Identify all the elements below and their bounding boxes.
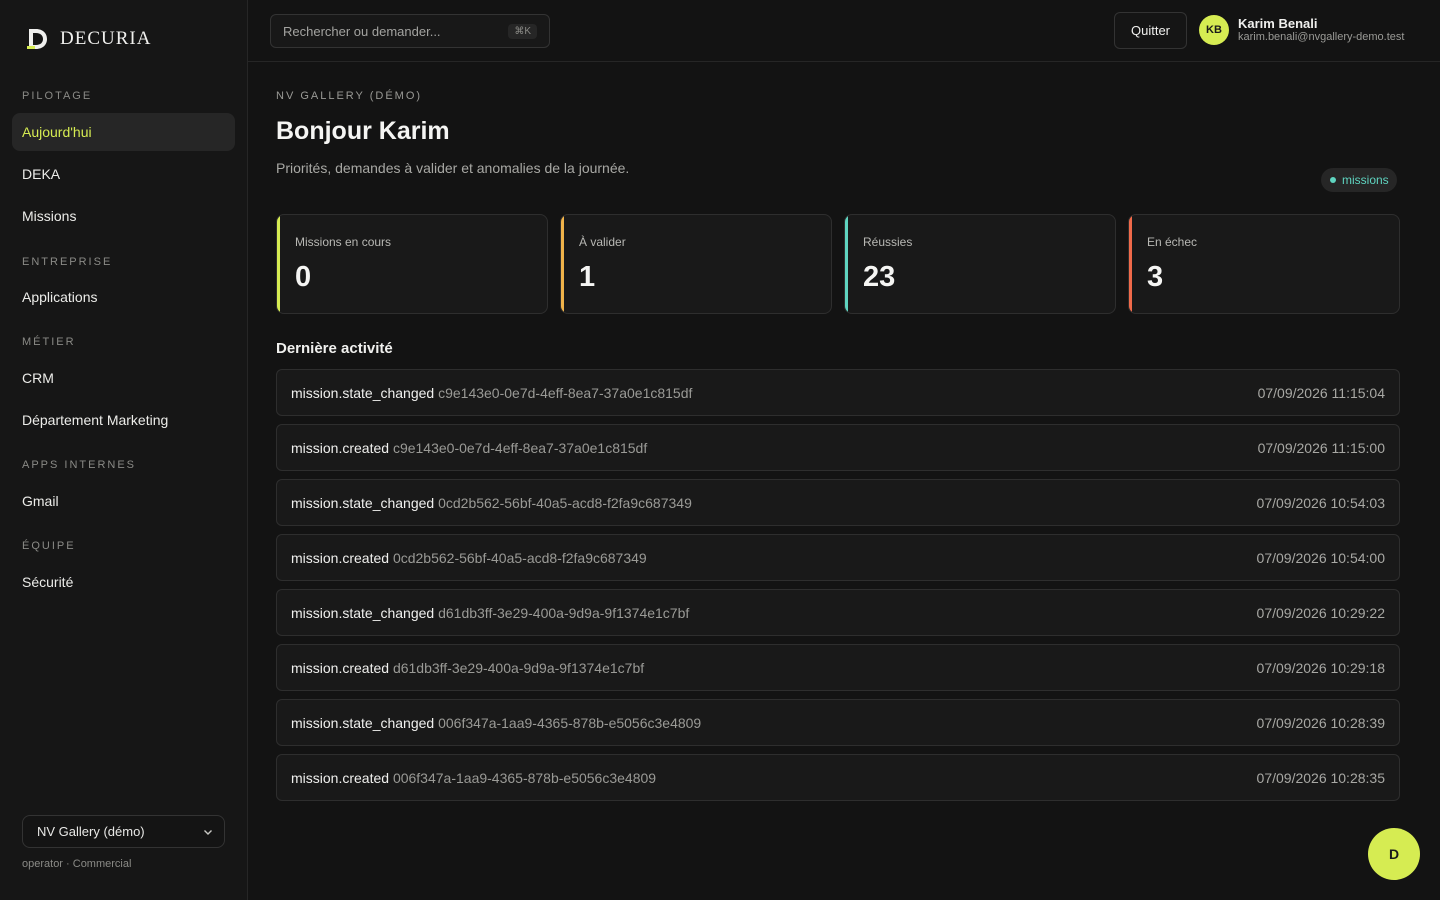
stat-card-a-valider[interactable]: À valider 1 bbox=[560, 214, 832, 314]
activity-row[interactable]: mission.state_changed 0cd2b562-56bf-40a5… bbox=[276, 479, 1400, 526]
brand-name: DECURIA bbox=[60, 28, 152, 49]
activity-event: mission.created bbox=[291, 769, 390, 786]
stat-card-en-echec[interactable]: En échec 3 bbox=[1128, 214, 1400, 314]
avatar: KB bbox=[1199, 15, 1229, 45]
activity-row[interactable]: mission.created d61db3ff-3e29-400a-9d9a-… bbox=[276, 644, 1400, 691]
quit-button[interactable]: Quitter bbox=[1114, 12, 1187, 49]
activity-event: mission.created bbox=[291, 439, 390, 456]
activity-row[interactable]: mission.state_changed 006f347a-1aa9-4365… bbox=[276, 699, 1400, 746]
activity-id: d61db3ff-3e29-400a-9d9a-9f1374e1c7bf bbox=[438, 604, 690, 621]
topbar: ⌘K Quitter KB Karim Benali karim.benali@… bbox=[248, 0, 1440, 62]
org-select-value: NV Gallery (démo) bbox=[37, 824, 145, 839]
decuria-logo-icon bbox=[27, 29, 47, 49]
activity-event: mission.created bbox=[291, 659, 390, 676]
stat-card-reussies[interactable]: Réussies 23 bbox=[844, 214, 1116, 314]
activity-timestamp: 07/09/2026 10:54:00 bbox=[1256, 549, 1385, 566]
user-email: karim.benali@nvgallery-demo.test bbox=[1238, 31, 1405, 43]
activity-timestamp: 07/09/2026 11:15:04 bbox=[1257, 384, 1385, 401]
sidebar-item-deka[interactable]: DEKA bbox=[12, 155, 235, 193]
search-input[interactable] bbox=[283, 23, 493, 39]
stat-accent-bar bbox=[845, 215, 848, 313]
activity-timestamp: 07/09/2026 10:29:22 bbox=[1256, 604, 1385, 621]
chevron-down-icon bbox=[204, 829, 212, 835]
stat-value: 0 bbox=[295, 261, 312, 293]
stat-label: Réussies bbox=[863, 235, 913, 249]
sidebar-item-crm[interactable]: CRM bbox=[12, 359, 235, 397]
activity-row[interactable]: mission.created c9e143e0-0e7d-4eff-8ea7-… bbox=[276, 424, 1400, 471]
nav-section-metier: MÉTIER bbox=[22, 336, 76, 348]
activity-id: 006f347a-1aa9-4365-878b-e5056c3e4809 bbox=[438, 714, 702, 731]
user-name: Karim Benali bbox=[1238, 16, 1318, 31]
main-content: NV GALLERY (DÉMO) Bonjour Karim Priorité… bbox=[248, 62, 1440, 900]
stat-label: En échec bbox=[1147, 235, 1198, 249]
activity-event: mission.created bbox=[291, 549, 390, 566]
activity-event: mission.state_changed bbox=[291, 604, 435, 621]
activity-event: mission.state_changed bbox=[291, 494, 435, 511]
stat-card-missions-en-cours[interactable]: Missions en cours 0 bbox=[276, 214, 548, 314]
stat-label: À valider bbox=[579, 235, 626, 249]
user-menu[interactable]: KB Karim Benali karim.benali@nvgallery-d… bbox=[1199, 15, 1404, 45]
search-box[interactable]: ⌘K bbox=[270, 14, 550, 48]
assistant-fab-button[interactable]: D bbox=[1368, 828, 1420, 880]
status-dot-icon bbox=[1330, 177, 1336, 183]
activity-event: mission.state_changed bbox=[291, 714, 435, 731]
activity-row[interactable]: mission.state_changed d61db3ff-3e29-400a… bbox=[276, 589, 1400, 636]
status-badge-label: missions bbox=[1342, 173, 1389, 187]
activity-timestamp: 07/09/2026 11:15:00 bbox=[1257, 439, 1385, 456]
sidebar-item-departement-marketing[interactable]: Département Marketing bbox=[12, 401, 235, 439]
sidebar-item-missions[interactable]: Missions bbox=[12, 197, 235, 235]
brand[interactable]: DECURIA bbox=[24, 26, 151, 52]
org-select[interactable]: NV Gallery (démo) bbox=[22, 815, 225, 848]
sidebar-item-applications[interactable]: Applications bbox=[12, 278, 235, 316]
sidebar: DECURIA PILOTAGE Aujourd'hui DEKA Missio… bbox=[0, 0, 248, 900]
activity-id: 0cd2b562-56bf-40a5-acd8-f2fa9c687349 bbox=[438, 494, 692, 511]
activity-timestamp: 07/09/2026 10:54:03 bbox=[1256, 494, 1385, 511]
activity-timestamp: 07/09/2026 10:28:35 bbox=[1256, 769, 1385, 786]
stat-label: Missions en cours bbox=[295, 235, 392, 249]
activity-id: c9e143e0-0e7d-4eff-8ea7-37a0e1c815df bbox=[392, 439, 648, 456]
stat-accent-bar bbox=[277, 215, 280, 313]
activity-row[interactable]: mission.created 006f347a-1aa9-4365-878b-… bbox=[276, 754, 1400, 801]
nav-section-equipe: ÉQUIPE bbox=[22, 540, 76, 552]
stat-accent-bar bbox=[1129, 215, 1132, 313]
nav-section-apps-internes: APPS INTERNES bbox=[22, 459, 137, 471]
stat-value: 3 bbox=[1147, 261, 1164, 293]
nav-section-pilotage: PILOTAGE bbox=[22, 90, 93, 102]
activity-id: 006f347a-1aa9-4365-878b-e5056c3e4809 bbox=[392, 769, 657, 786]
activity-row[interactable]: mission.state_changed c9e143e0-0e7d-4eff… bbox=[276, 369, 1400, 416]
activity-event: mission.state_changed bbox=[291, 384, 435, 401]
stat-value: 1 bbox=[579, 261, 596, 293]
activity-row[interactable]: mission.created 0cd2b562-56bf-40a5-acd8-… bbox=[276, 534, 1400, 581]
activity-timestamp: 07/09/2026 10:29:18 bbox=[1256, 659, 1385, 676]
sidebar-item-aujourdhui[interactable]: Aujourd'hui bbox=[12, 113, 235, 151]
activity-timestamp: 07/09/2026 10:28:39 bbox=[1256, 714, 1385, 731]
sidebar-item-gmail[interactable]: Gmail bbox=[12, 482, 235, 520]
stat-value: 23 bbox=[863, 261, 896, 293]
role-line: operator · Commercial bbox=[22, 858, 132, 870]
sidebar-item-securite[interactable]: Sécurité bbox=[12, 563, 235, 601]
org-overline: NV GALLERY (DÉMO) bbox=[276, 90, 423, 102]
activity-id: 0cd2b562-56bf-40a5-acd8-f2fa9c687349 bbox=[392, 549, 647, 566]
nav-section-entreprise: ENTREPRISE bbox=[22, 256, 113, 268]
activity-id: d61db3ff-3e29-400a-9d9a-9f1374e1c7bf bbox=[392, 659, 645, 676]
activity-section-title: Dernière activité bbox=[276, 340, 393, 357]
activity-id: c9e143e0-0e7d-4eff-8ea7-37a0e1c815df bbox=[438, 384, 693, 401]
stat-accent-bar bbox=[561, 215, 564, 313]
page-title: Bonjour Karim bbox=[276, 117, 450, 145]
page-subtitle: Priorités, demandes à valider et anomali… bbox=[276, 160, 630, 176]
status-badge: missions bbox=[1321, 168, 1397, 192]
search-shortcut: ⌘K bbox=[508, 23, 537, 39]
